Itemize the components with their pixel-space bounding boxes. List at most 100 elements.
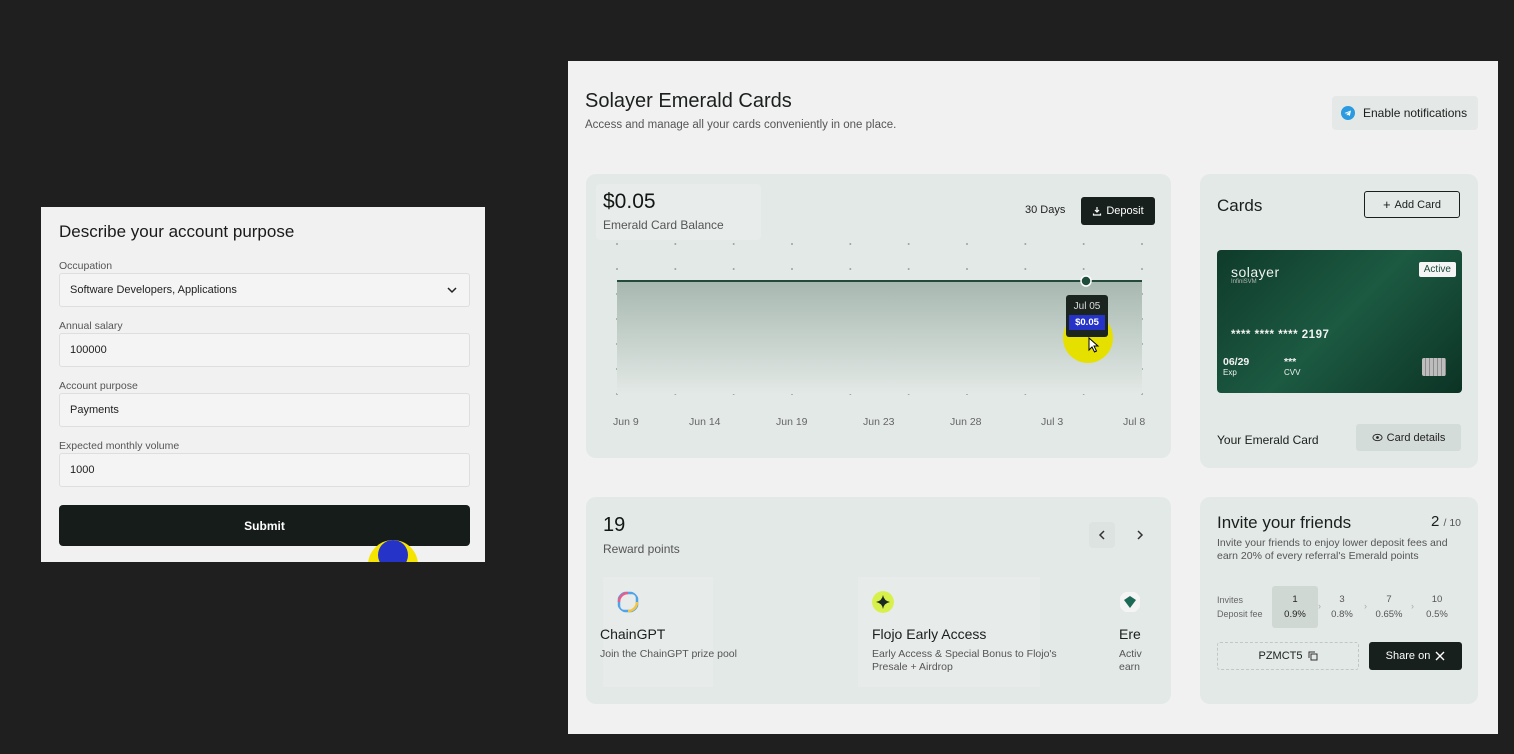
invite-tier: 3 0.8% <box>1319 586 1365 628</box>
chaingpt-icon <box>617 591 639 613</box>
chevron-down-icon <box>447 287 457 294</box>
mouse-cursor-icon <box>1088 337 1100 353</box>
emerald-card[interactable]: solayer InfiniSVM Active **** **** **** … <box>1217 250 1462 393</box>
invite-count-total: / 10 <box>1443 517 1461 529</box>
grid-dot <box>907 243 910 245</box>
fee-row-label: Deposit fee <box>1217 609 1263 619</box>
share-label: Share on <box>1385 650 1431 662</box>
invite-description: Invite your friends to enjoy lower depos… <box>1217 537 1448 562</box>
grid-dot <box>849 268 852 270</box>
grid-dot <box>907 268 910 270</box>
x-tick-label: Jul 3 <box>1041 416 1064 428</box>
reward-item-partial[interactable]: Ere Activ earn <box>1119 577 1159 687</box>
copy-icon[interactable] <box>1308 651 1318 661</box>
invite-count-value: 2 <box>1430 513 1440 530</box>
card-exp-label: Exp <box>1223 368 1237 377</box>
tier-fee: 0.65% <box>1375 609 1403 620</box>
grid-dot <box>1141 243 1143 245</box>
occupation-label: Occupation <box>59 260 113 272</box>
account-purpose-input[interactable]: Payments <box>59 393 470 427</box>
reward-item-title: Ere <box>1119 626 1141 642</box>
invite-tier: 7 0.65% <box>1366 586 1412 628</box>
annual-salary-label: Annual salary <box>59 320 123 332</box>
invite-count: 2 / 10 <box>1431 513 1461 530</box>
plus-icon: + <box>1382 197 1391 212</box>
invite-title: Invite your friends <box>1217 513 1352 532</box>
reward-item-title: Flojo Early Access <box>872 626 987 642</box>
invite-panel: Invite your friends 2 / 10 Invite your f… <box>1200 497 1478 704</box>
annual-salary-input[interactable]: 100000 <box>59 333 470 367</box>
page-title: Solayer Emerald Cards <box>585 90 792 112</box>
card-cvv-value: *** <box>1284 356 1297 368</box>
grid-dot <box>674 243 677 245</box>
grid-dot <box>1024 243 1027 245</box>
grid-dot <box>1024 268 1027 270</box>
annual-salary-value: 100000 <box>70 344 107 356</box>
grid-dot <box>674 268 677 270</box>
reward-item-desc: Join the ChainGPT prize pool <box>600 648 737 660</box>
flojo-icon <box>872 591 894 613</box>
grid-dot <box>616 243 618 245</box>
reward-item-desc: Early Access & Special Bonus to Flojo's … <box>872 648 1057 673</box>
reward-points-value: 19 <box>603 514 626 536</box>
grid-dot <box>849 243 852 245</box>
card-details-label: Card details <box>1386 431 1446 444</box>
cards-panel: Cards + Add Card solayer InfiniSVM Activ… <box>1200 174 1478 468</box>
grid-dot <box>1082 268 1085 270</box>
tier-invites: 1 <box>1292 594 1298 605</box>
chevron-right-icon <box>1137 530 1144 540</box>
grid-dot <box>732 243 735 245</box>
grid-dot <box>732 268 735 270</box>
reward-item-flojo[interactable]: Flojo Early Access Early Access & Specia… <box>858 577 1057 687</box>
tier-fee: 0.5% <box>1426 609 1448 620</box>
card-exp-value: 06/29 <box>1223 356 1250 368</box>
account-purpose-label: Account purpose <box>59 380 138 392</box>
reward-item-title: ChainGPT <box>600 626 666 642</box>
share-on-x-button[interactable]: Share on <box>1369 642 1462 670</box>
referral-code[interactable]: PZMCT5 <box>1217 642 1359 670</box>
add-card-button[interactable]: + Add Card <box>1364 191 1460 218</box>
grid-dot <box>966 243 968 245</box>
x-tick-label: Jul 8 <box>1123 416 1146 428</box>
emerald-icon <box>1120 592 1140 612</box>
grid-dot <box>791 268 793 270</box>
card-name-label: Your Emerald Card <box>1217 433 1319 447</box>
tier-invites: 3 <box>1339 594 1345 605</box>
eye-icon <box>1372 433 1383 442</box>
reward-item-chaingpt[interactable]: ChainGPT Join the ChainGPT prize pool <box>600 577 737 687</box>
invite-tier: 1 0.9% <box>1272 586 1318 628</box>
x-tick-label: Jun 9 <box>613 416 639 428</box>
telegram-icon <box>1341 106 1355 120</box>
occupation-value: Software Developers, Applications <box>70 284 237 296</box>
x-tick-label: Jun 14 <box>689 416 721 428</box>
x-tick-label: Jun 19 <box>776 416 808 428</box>
chip-icon <box>1422 358 1446 376</box>
enable-notifications-button[interactable]: Enable notifications <box>1332 96 1478 130</box>
tooltip-value: $0.05 <box>1069 315 1105 330</box>
monthly-volume-label: Expected monthly volume <box>59 440 180 452</box>
page-subtitle: Access and manage all your cards conveni… <box>585 119 897 131</box>
card-brand: solayer <box>1231 264 1280 280</box>
tier-fee: 0.8% <box>1331 609 1353 620</box>
highlight-point[interactable] <box>1080 275 1092 287</box>
monthly-volume-input[interactable]: 1000 <box>59 453 470 487</box>
account-purpose-form: Describe your account purpose Occupation… <box>41 207 485 562</box>
grid-dot <box>1082 243 1085 245</box>
tier-fee: 0.9% <box>1284 609 1306 620</box>
chart-tooltip: Jul 05 $0.05 <box>1066 295 1108 337</box>
emerald-cards-page: Solayer Emerald Cards Access and manage … <box>568 61 1498 734</box>
add-card-label: Add Card <box>1394 198 1442 211</box>
card-brand-sub: InfiniSVM <box>1231 279 1257 285</box>
submit-button[interactable]: Submit <box>59 505 470 546</box>
card-cvv-label: CVV <box>1284 368 1301 377</box>
invite-tier: 10 0.5% <box>1414 586 1460 628</box>
tier-invites: 7 <box>1386 594 1392 605</box>
card-number: **** **** **** 2197 <box>1231 329 1330 341</box>
balance-card: $0.05 Emerald Card Balance 30 Days Depos… <box>586 174 1171 458</box>
grid-dot <box>616 268 618 270</box>
next-button[interactable] <box>1127 522 1153 548</box>
card-details-button[interactable]: Card details <box>1356 424 1461 451</box>
occupation-select[interactable]: Software Developers, Applications <box>59 273 470 307</box>
prev-button[interactable] <box>1089 522 1115 548</box>
grid-dot <box>791 243 793 245</box>
